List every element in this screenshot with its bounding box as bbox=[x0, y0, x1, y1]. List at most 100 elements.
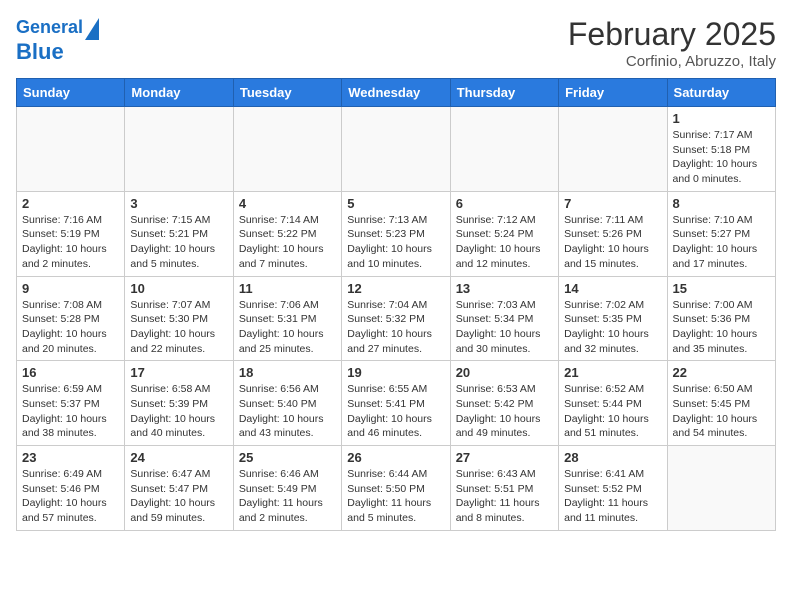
calendar-week-row: 2 Sunrise: 7:16 AM Sunset: 5:19 PM Daylig… bbox=[17, 191, 776, 276]
day-info: Sunrise: 7:00 AM Sunset: 5:36 PM Dayligh… bbox=[673, 298, 770, 357]
day-info: Sunrise: 7:06 AM Sunset: 5:31 PM Dayligh… bbox=[239, 298, 336, 357]
day-info: Sunrise: 6:47 AM Sunset: 5:47 PM Dayligh… bbox=[130, 467, 227, 526]
day-info: Sunrise: 6:58 AM Sunset: 5:39 PM Dayligh… bbox=[130, 382, 227, 441]
calendar-day-cell: 20 Sunrise: 6:53 AM Sunset: 5:42 PM Dayli… bbox=[450, 361, 558, 446]
day-info: Sunrise: 6:56 AM Sunset: 5:40 PM Dayligh… bbox=[239, 382, 336, 441]
weekday-header: Sunday bbox=[17, 79, 125, 107]
logo: General Blue bbox=[16, 16, 99, 64]
logo-blue-text: Blue bbox=[16, 40, 64, 64]
calendar-day-cell: 27 Sunrise: 6:43 AM Sunset: 5:51 PM Dayli… bbox=[450, 446, 558, 531]
day-info: Sunrise: 7:14 AM Sunset: 5:22 PM Dayligh… bbox=[239, 213, 336, 272]
day-number: 7 bbox=[564, 196, 661, 211]
calendar-day-cell bbox=[559, 107, 667, 192]
day-number: 26 bbox=[347, 450, 444, 465]
weekday-header: Monday bbox=[125, 79, 233, 107]
weekday-header: Saturday bbox=[667, 79, 775, 107]
calendar-day-cell bbox=[667, 446, 775, 531]
day-number: 2 bbox=[22, 196, 119, 211]
day-info: Sunrise: 6:59 AM Sunset: 5:37 PM Dayligh… bbox=[22, 382, 119, 441]
calendar-day-cell: 19 Sunrise: 6:55 AM Sunset: 5:41 PM Dayli… bbox=[342, 361, 450, 446]
day-number: 20 bbox=[456, 365, 553, 380]
day-number: 4 bbox=[239, 196, 336, 211]
calendar-day-cell: 11 Sunrise: 7:06 AM Sunset: 5:31 PM Dayli… bbox=[233, 276, 341, 361]
day-info: Sunrise: 6:46 AM Sunset: 5:49 PM Dayligh… bbox=[239, 467, 336, 526]
day-info: Sunrise: 6:55 AM Sunset: 5:41 PM Dayligh… bbox=[347, 382, 444, 441]
calendar-week-row: 16 Sunrise: 6:59 AM Sunset: 5:37 PM Dayli… bbox=[17, 361, 776, 446]
calendar-day-cell: 21Sunrise: 6:52 AM Sunset: 5:44 PM Dayli… bbox=[559, 361, 667, 446]
calendar-day-cell: 25 Sunrise: 6:46 AM Sunset: 5:49 PM Dayli… bbox=[233, 446, 341, 531]
calendar-day-cell: 15 Sunrise: 7:00 AM Sunset: 5:36 PM Dayli… bbox=[667, 276, 775, 361]
calendar-day-cell: 8Sunrise: 7:10 AM Sunset: 5:27 PM Daylig… bbox=[667, 191, 775, 276]
day-info: Sunrise: 7:03 AM Sunset: 5:34 PM Dayligh… bbox=[456, 298, 553, 357]
day-number: 23 bbox=[22, 450, 119, 465]
title-block: February 2025 Corfinio, Abruzzo, Italy bbox=[568, 16, 776, 70]
day-info: Sunrise: 6:41 AM Sunset: 5:52 PM Dayligh… bbox=[564, 467, 661, 526]
weekday-header: Tuesday bbox=[233, 79, 341, 107]
calendar-day-cell bbox=[233, 107, 341, 192]
calendar-day-cell: 7 Sunrise: 7:11 AM Sunset: 5:26 PM Daylig… bbox=[559, 191, 667, 276]
day-info: Sunrise: 7:08 AM Sunset: 5:28 PM Dayligh… bbox=[22, 298, 119, 357]
day-number: 16 bbox=[22, 365, 119, 380]
day-info: Sunrise: 6:53 AM Sunset: 5:42 PM Dayligh… bbox=[456, 382, 553, 441]
day-info: Sunrise: 7:07 AM Sunset: 5:30 PM Dayligh… bbox=[130, 298, 227, 357]
day-number: 22 bbox=[673, 365, 770, 380]
day-info: Sunrise: 7:10 AM Sunset: 5:27 PM Dayligh… bbox=[673, 213, 770, 272]
calendar-day-cell: 23Sunrise: 6:49 AM Sunset: 5:46 PM Dayli… bbox=[17, 446, 125, 531]
day-number: 18 bbox=[239, 365, 336, 380]
day-number: 1 bbox=[673, 111, 770, 126]
day-number: 28 bbox=[564, 450, 661, 465]
calendar-day-cell: 16 Sunrise: 6:59 AM Sunset: 5:37 PM Dayli… bbox=[17, 361, 125, 446]
weekday-header: Wednesday bbox=[342, 79, 450, 107]
day-number: 10 bbox=[130, 281, 227, 296]
calendar-day-cell: 1 Sunrise: 7:17 AM Sunset: 5:18 PM Daylig… bbox=[667, 107, 775, 192]
calendar-day-cell: 6Sunrise: 7:12 AM Sunset: 5:24 PM Daylig… bbox=[450, 191, 558, 276]
calendar-day-cell bbox=[125, 107, 233, 192]
day-info: Sunrise: 6:50 AM Sunset: 5:45 PM Dayligh… bbox=[673, 382, 770, 441]
day-number: 19 bbox=[347, 365, 444, 380]
calendar-day-cell: 2 Sunrise: 7:16 AM Sunset: 5:19 PM Daylig… bbox=[17, 191, 125, 276]
day-info: Sunrise: 7:16 AM Sunset: 5:19 PM Dayligh… bbox=[22, 213, 119, 272]
calendar-day-cell: 14 Sunrise: 7:02 AM Sunset: 5:35 PM Dayli… bbox=[559, 276, 667, 361]
calendar-header-row: SundayMondayTuesdayWednesdayThursdayFrid… bbox=[17, 79, 776, 107]
day-info: Sunrise: 7:12 AM Sunset: 5:24 PM Dayligh… bbox=[456, 213, 553, 272]
day-info: Sunrise: 7:02 AM Sunset: 5:35 PM Dayligh… bbox=[564, 298, 661, 357]
calendar-day-cell: 9 Sunrise: 7:08 AM Sunset: 5:28 PM Daylig… bbox=[17, 276, 125, 361]
day-number: 27 bbox=[456, 450, 553, 465]
calendar-day-cell: 10 Sunrise: 7:07 AM Sunset: 5:30 PM Dayli… bbox=[125, 276, 233, 361]
calendar-day-cell: 22 Sunrise: 6:50 AM Sunset: 5:45 PM Dayli… bbox=[667, 361, 775, 446]
day-number: 25 bbox=[239, 450, 336, 465]
day-number: 5 bbox=[347, 196, 444, 211]
day-info: Sunrise: 7:17 AM Sunset: 5:18 PM Dayligh… bbox=[673, 128, 770, 187]
calendar-day-cell: 4 Sunrise: 7:14 AM Sunset: 5:22 PM Daylig… bbox=[233, 191, 341, 276]
calendar-day-cell bbox=[17, 107, 125, 192]
calendar-day-cell: 3 Sunrise: 7:15 AM Sunset: 5:21 PM Daylig… bbox=[125, 191, 233, 276]
calendar-day-cell: 12 Sunrise: 7:04 AM Sunset: 5:32 PM Dayli… bbox=[342, 276, 450, 361]
page-header: General Blue February 2025 Corfinio, Abr… bbox=[16, 16, 776, 70]
day-number: 21 bbox=[564, 365, 661, 380]
logo-text: General bbox=[16, 18, 83, 38]
day-number: 24 bbox=[130, 450, 227, 465]
calendar-day-cell: 28 Sunrise: 6:41 AM Sunset: 5:52 PM Dayli… bbox=[559, 446, 667, 531]
calendar-day-cell bbox=[450, 107, 558, 192]
day-info: Sunrise: 7:04 AM Sunset: 5:32 PM Dayligh… bbox=[347, 298, 444, 357]
calendar-day-cell: 18 Sunrise: 6:56 AM Sunset: 5:40 PM Dayli… bbox=[233, 361, 341, 446]
day-number: 15 bbox=[673, 281, 770, 296]
day-info: Sunrise: 7:15 AM Sunset: 5:21 PM Dayligh… bbox=[130, 213, 227, 272]
day-number: 3 bbox=[130, 196, 227, 211]
calendar-day-cell bbox=[342, 107, 450, 192]
day-number: 11 bbox=[239, 281, 336, 296]
calendar-day-cell: 17Sunrise: 6:58 AM Sunset: 5:39 PM Dayli… bbox=[125, 361, 233, 446]
month-title: February 2025 bbox=[568, 16, 776, 53]
day-info: Sunrise: 7:11 AM Sunset: 5:26 PM Dayligh… bbox=[564, 213, 661, 272]
weekday-header: Thursday bbox=[450, 79, 558, 107]
day-number: 14 bbox=[564, 281, 661, 296]
calendar-week-row: 1 Sunrise: 7:17 AM Sunset: 5:18 PM Daylig… bbox=[17, 107, 776, 192]
calendar-day-cell: 26Sunrise: 6:44 AM Sunset: 5:50 PM Dayli… bbox=[342, 446, 450, 531]
calendar-day-cell: 5Sunrise: 7:13 AM Sunset: 5:23 PM Daylig… bbox=[342, 191, 450, 276]
day-number: 13 bbox=[456, 281, 553, 296]
day-number: 12 bbox=[347, 281, 444, 296]
day-number: 9 bbox=[22, 281, 119, 296]
weekday-header: Friday bbox=[559, 79, 667, 107]
calendar-week-row: 9 Sunrise: 7:08 AM Sunset: 5:28 PM Daylig… bbox=[17, 276, 776, 361]
day-info: Sunrise: 6:43 AM Sunset: 5:51 PM Dayligh… bbox=[456, 467, 553, 526]
